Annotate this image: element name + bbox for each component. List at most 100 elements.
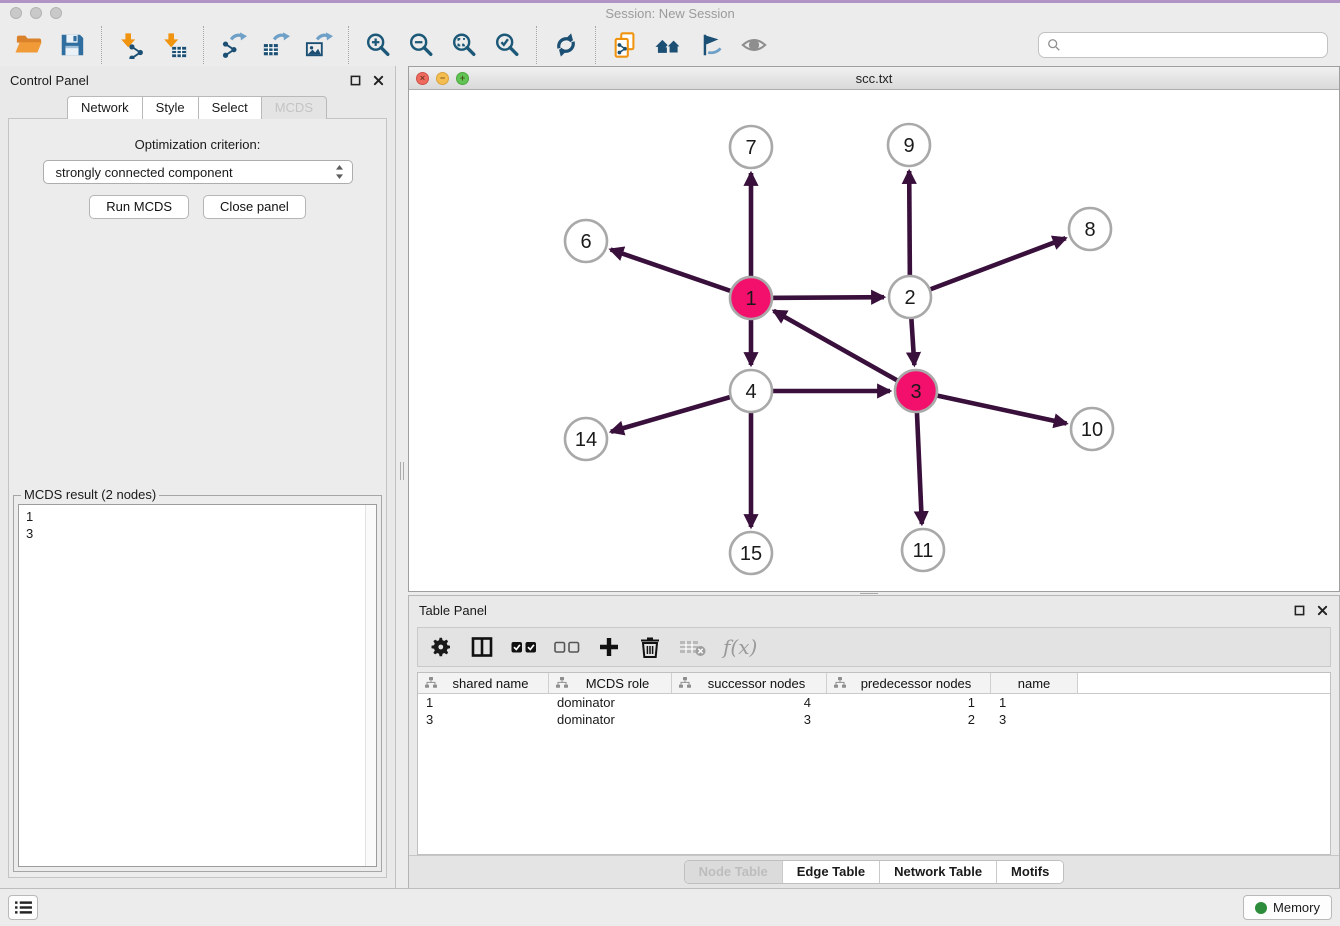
- graph-node-2[interactable]: 2: [889, 276, 931, 318]
- graph-node-4[interactable]: 4: [730, 370, 772, 412]
- hide-graphics-icon[interactable]: [696, 30, 726, 60]
- graph-node-15[interactable]: 15: [730, 532, 772, 574]
- cell-shared-name[interactable]: 1: [418, 695, 549, 710]
- zoom-in-icon[interactable]: [363, 30, 393, 60]
- cell-MCDS-role[interactable]: dominator: [549, 695, 672, 710]
- memory-label: Memory: [1273, 900, 1320, 915]
- node-table[interactable]: shared nameMCDS rolesuccessor nodesprede…: [417, 672, 1331, 855]
- network-canvas[interactable]: 7 9 6 8 1 2 4 3 14 10 15 11: [409, 90, 1339, 591]
- dropdown-arrows-icon: [335, 164, 344, 180]
- cell-successor-nodes[interactable]: 4: [672, 695, 827, 710]
- import-network-icon[interactable]: [116, 30, 146, 60]
- memory-status-icon: [1255, 902, 1267, 914]
- float-panel-icon[interactable]: [349, 74, 362, 87]
- close-panel-button[interactable]: Close panel: [203, 195, 306, 219]
- cell-predecessor-nodes[interactable]: 1: [827, 695, 991, 710]
- add-icon[interactable]: [597, 633, 621, 661]
- close-table-panel-icon[interactable]: [1316, 604, 1329, 617]
- tab-node-table[interactable]: Node Table: [685, 861, 782, 883]
- control-panel-title: Control Panel: [10, 73, 89, 88]
- graph-node-1[interactable]: 1: [730, 277, 772, 319]
- export-image-icon[interactable]: [304, 30, 334, 60]
- tab-mcds[interactable]: MCDS: [261, 96, 327, 119]
- window-title: Session: New Session: [0, 6, 1340, 21]
- table-row[interactable]: 3dominator323: [418, 711, 1330, 728]
- export-network-icon[interactable]: [218, 30, 248, 60]
- zoom-fit-icon[interactable]: [449, 30, 479, 60]
- main-toolbar: [0, 23, 1340, 66]
- mcds-result-list[interactable]: 1 3: [18, 504, 377, 867]
- zoom-out-icon[interactable]: [406, 30, 436, 60]
- cell-name[interactable]: 1: [991, 695, 1078, 710]
- network-graph[interactable]: 7 9 6 8 1 2 4 3 14 10 15 11: [409, 90, 1339, 591]
- tab-edge-table[interactable]: Edge Table: [782, 861, 879, 883]
- save-session-icon[interactable]: [57, 30, 87, 60]
- column-header-name[interactable]: name: [991, 673, 1078, 693]
- attribute-tree-icon: [834, 677, 846, 689]
- titlebar: Session: New Session: [0, 3, 1340, 23]
- attribute-tree-icon: [556, 677, 568, 689]
- run-mcds-button[interactable]: Run MCDS: [89, 195, 189, 219]
- column-header-shared-name[interactable]: shared name: [418, 673, 549, 693]
- duplicate-network-icon[interactable]: [610, 30, 640, 60]
- tab-motifs[interactable]: Motifs: [996, 861, 1063, 883]
- task-history-button[interactable]: [8, 895, 38, 920]
- status-bar: Memory: [0, 888, 1340, 926]
- attribute-tree-icon: [425, 677, 437, 689]
- edge-2-8[interactable]: [910, 238, 1066, 297]
- memory-button[interactable]: Memory: [1243, 895, 1332, 920]
- column-header-MCDS-role[interactable]: MCDS role: [549, 673, 672, 693]
- edge-3-10[interactable]: [916, 391, 1067, 424]
- search-input[interactable]: [1066, 35, 1319, 55]
- tab-network[interactable]: Network: [67, 96, 143, 119]
- eye-icon[interactable]: [739, 30, 769, 60]
- cell-shared-name[interactable]: 3: [418, 712, 549, 727]
- cell-MCDS-role[interactable]: dominator: [549, 712, 672, 727]
- gear-icon[interactable]: [429, 633, 453, 661]
- edge-3-1[interactable]: [774, 311, 916, 391]
- search-icon: [1047, 38, 1061, 52]
- toolbar-group-view: [595, 26, 783, 64]
- table-header-filler: [1078, 673, 1330, 693]
- split-columns-icon[interactable]: [470, 633, 494, 661]
- toolbar-group-zoom: [348, 26, 536, 64]
- graph-node-6[interactable]: 6: [565, 220, 607, 262]
- unselect-all-icon[interactable]: [554, 633, 580, 661]
- graph-node-9[interactable]: 9: [888, 124, 930, 166]
- graph-node-3[interactable]: 3: [895, 370, 937, 412]
- tab-network-table[interactable]: Network Table: [879, 861, 996, 883]
- tab-select[interactable]: Select: [198, 96, 262, 119]
- optimization-criterion-label: Optimization criterion:: [9, 137, 386, 152]
- delete-icon[interactable]: [638, 633, 662, 661]
- node-label: 10: [1081, 419, 1103, 441]
- graph-node-11[interactable]: 11: [902, 529, 944, 571]
- toolbar-group-session: [0, 26, 101, 64]
- graph-node-10[interactable]: 10: [1071, 408, 1113, 450]
- cell-predecessor-nodes[interactable]: 2: [827, 712, 991, 727]
- import-table-icon[interactable]: [159, 30, 189, 60]
- first-neighbors-icon[interactable]: [653, 30, 683, 60]
- close-panel-icon[interactable]: [372, 74, 385, 87]
- search-field[interactable]: [1038, 32, 1328, 58]
- export-table-icon[interactable]: [261, 30, 291, 60]
- cell-successor-nodes[interactable]: 3: [672, 712, 827, 727]
- open-session-icon[interactable]: [14, 30, 44, 60]
- network-window-titlebar[interactable]: × − + scc.txt: [409, 67, 1339, 90]
- apply-layout-icon[interactable]: [551, 30, 581, 60]
- column-header-predecessor-nodes[interactable]: predecessor nodes: [827, 673, 991, 693]
- graph-node-14[interactable]: 14: [565, 418, 607, 460]
- zoom-selected-icon[interactable]: [492, 30, 522, 60]
- graph-node-8[interactable]: 8: [1069, 208, 1111, 250]
- vertical-splitter-handle[interactable]: [400, 462, 404, 480]
- select-all-icon[interactable]: [511, 633, 537, 661]
- tab-style[interactable]: Style: [142, 96, 199, 119]
- float-table-panel-icon[interactable]: [1293, 604, 1306, 617]
- toolbar-group-layout: [536, 26, 595, 64]
- cell-name[interactable]: 3: [991, 712, 1078, 727]
- table-row[interactable]: 1dominator411: [418, 694, 1330, 711]
- column-header-successor-nodes[interactable]: successor nodes: [672, 673, 827, 693]
- table-header-row: shared nameMCDS rolesuccessor nodesprede…: [418, 673, 1330, 694]
- criterion-dropdown[interactable]: strongly connected component: [43, 160, 353, 184]
- mcds-result-scrollbar[interactable]: [365, 505, 376, 866]
- graph-node-7[interactable]: 7: [730, 126, 772, 168]
